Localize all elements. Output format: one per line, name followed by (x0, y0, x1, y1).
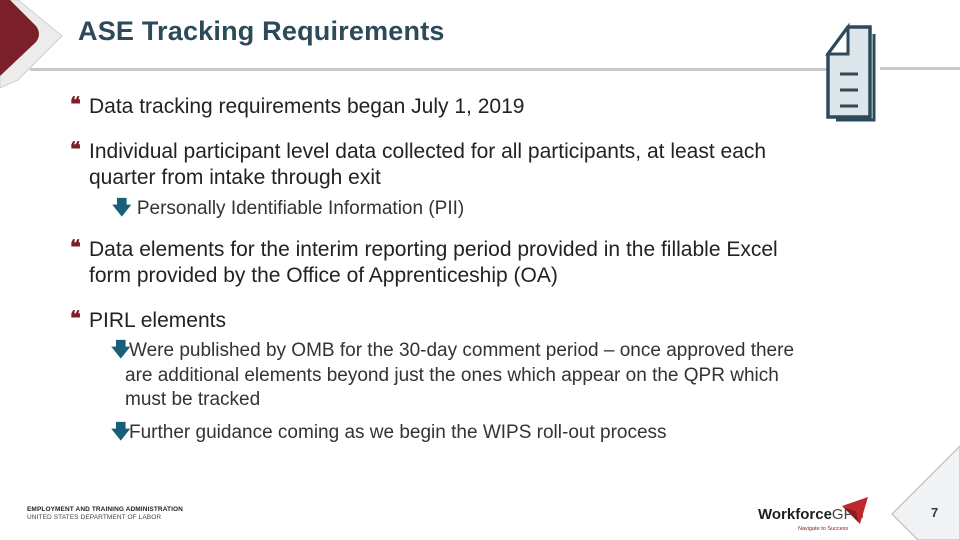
sub-bullet-text: Further guidance coming as we begin the … (129, 421, 667, 443)
quote-bullet-icon: ❝ (70, 92, 81, 116)
bullet-item: ❝ Data elements for the interim reportin… (70, 235, 910, 289)
workforcegps-logo: WorkforceGPS Navigate to Success (758, 496, 870, 536)
title-divider (30, 68, 830, 71)
quote-bullet-icon: ❝ (70, 137, 81, 161)
bullet-text: PIRL elements (89, 309, 226, 332)
page-number: 7 (931, 505, 939, 520)
sub-bullet-item: 🡇 Further guidance coming as we begin th… (70, 421, 910, 445)
title-divider-right (880, 67, 960, 70)
quote-bullet-icon: ❝ (70, 306, 81, 330)
sub-bullet-item: 🡇 Personally Identifiable Information (P… (70, 197, 910, 221)
sub-bullet-text: Personally Identifiable Information (PII… (136, 198, 465, 219)
slide-title: ASE Tracking Requirements (78, 16, 445, 46)
down-arrow-icon: 🡇 (112, 198, 132, 219)
bullet-text: form provided by the Office of Apprentic… (89, 264, 558, 287)
corner-decoration-bottom (890, 444, 960, 540)
bullet-text: Individual participant level data collec… (89, 140, 767, 163)
agency-line-2: UNITED STATES DEPARTMENT OF LABOR (27, 514, 162, 521)
bullet-item: ❝ Data tracking requirements began July … (70, 92, 910, 120)
bullet-text: Data elements for the interim reporting … (89, 238, 778, 261)
bullet-text: Data tracking requirements began July 1,… (89, 95, 525, 118)
agency-logo: EMPLOYMENT AND TRAINING ADMINISTRATION U… (27, 506, 183, 522)
gps-arrow-icon (842, 497, 868, 524)
slide-content: ❝ Data tracking requirements began July … (70, 90, 910, 445)
agency-line-1: EMPLOYMENT AND TRAINING ADMINISTRATION (27, 506, 183, 513)
quote-bullet-icon: ❝ (70, 235, 81, 259)
sub-bullet-item: 🡇 Were published by OMB for the 30-day c… (70, 339, 910, 413)
bullet-item: ❝ PIRL elements (70, 306, 910, 334)
logo-tagline: Navigate to Success (798, 526, 849, 532)
sub-bullet-text: are additional elements beyond just the … (125, 364, 779, 386)
sub-bullet-text: must be tracked (125, 389, 261, 410)
sub-bullet-text: Were published by OMB for the 30-day com… (129, 340, 795, 361)
bullet-text: quarter from intake through exit (89, 166, 381, 189)
bullet-item: ❝ Individual participant level data coll… (70, 137, 910, 191)
corner-decoration (0, 0, 63, 89)
down-arrow-icon: 🡇 (111, 421, 131, 443)
down-arrow-icon: 🡇 (111, 340, 131, 361)
